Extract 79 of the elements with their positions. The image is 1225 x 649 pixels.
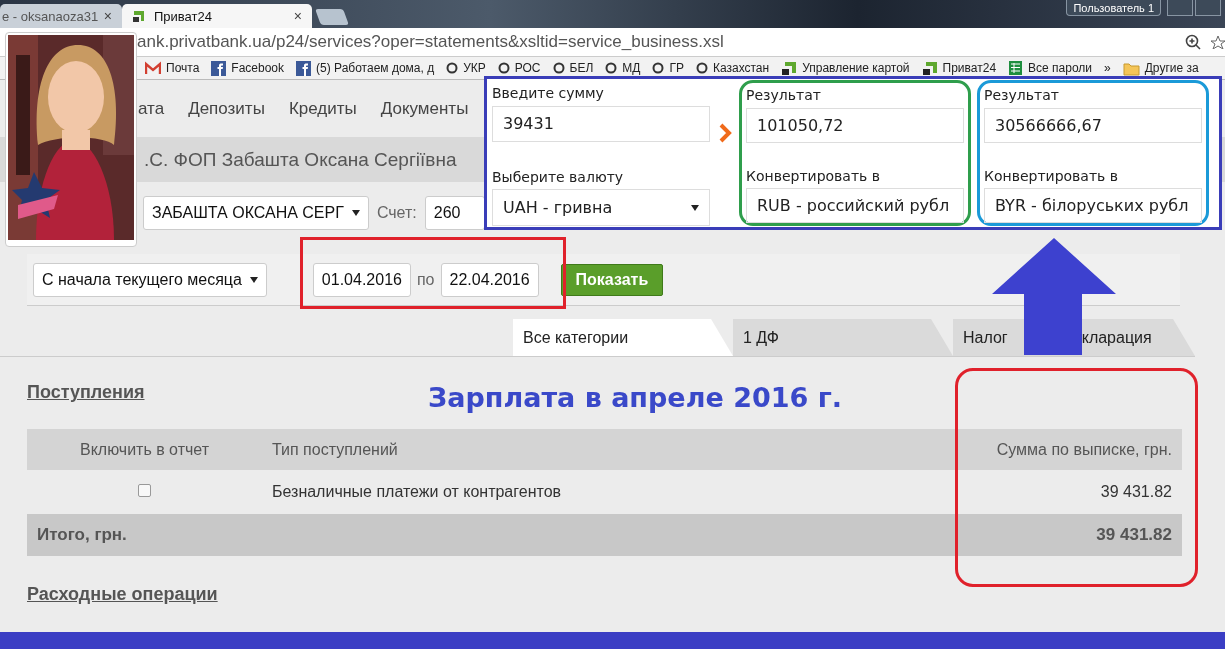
tab-title: e - oksanaoza31 (2, 8, 100, 24)
more-bookmarks-button[interactable]: » (1104, 61, 1111, 75)
bookmark[interactable]: Казахстан (695, 61, 770, 75)
ring-icon (605, 62, 618, 74)
bookmark[interactable]: Управление картой (781, 60, 910, 76)
field-label: Конвертировать в (746, 166, 882, 186)
mail-icon (145, 61, 161, 75)
facebook-icon (211, 60, 227, 76)
ring-icon (446, 62, 459, 74)
minimize-button[interactable] (1167, 0, 1193, 16)
nav-menu-item[interactable]: ата (138, 98, 165, 119)
bookmark[interactable]: УКР (446, 61, 486, 75)
ring-icon (497, 62, 510, 74)
field-label: Выберите валюту (492, 167, 625, 187)
account-label: Счет: (376, 204, 417, 222)
column-header: Включить в отчет (78, 440, 211, 459)
nav-menu-item[interactable]: Кредиты (288, 98, 357, 119)
column-header: Сумма по выписке, грн. (995, 440, 1173, 459)
client-select[interactable]: ЗАБАШТА ОКСАНА СЕРГ (143, 196, 369, 230)
category-tab[interactable]: Все категории (513, 319, 733, 356)
amount-field[interactable]: 39431 (492, 105, 710, 143)
currency-select[interactable]: BYR - білоруських рубл (984, 187, 1202, 224)
ring-icon (552, 62, 565, 74)
bank-logo-icon (921, 60, 938, 76)
field-label: Конвертировать в (984, 166, 1120, 186)
bank-logo-icon (781, 60, 798, 76)
date-to-field[interactable]: 22.04.2016 (440, 262, 539, 297)
bookmark-folder[interactable]: Другие за (1122, 60, 1199, 76)
caret-icon (249, 276, 258, 283)
nav-menu-item[interactable]: Депозиты (188, 98, 265, 119)
maximize-button[interactable] (1195, 0, 1221, 16)
bank-logo-icon (132, 9, 146, 23)
ring-icon (652, 62, 665, 74)
category-tab[interactable]: 1 ДФ (733, 319, 953, 356)
company-name: .С. ФОП Забашта Оксана Сергіївна (144, 148, 457, 171)
total-label: Итого, грн. (36, 525, 128, 545)
new-tab-button[interactable] (315, 9, 349, 25)
bookmark[interactable]: Приват24 (921, 60, 997, 76)
account-field[interactable]: 260 (424, 196, 485, 230)
nav-menu-item[interactable]: Документы (380, 98, 469, 119)
facebook-icon (296, 60, 312, 76)
period-select[interactable]: С начала текущего месяца (33, 262, 267, 297)
date-separator: по (416, 270, 435, 289)
bookmark[interactable]: РОС (497, 61, 541, 75)
bookmark[interactable]: Почта (145, 61, 200, 75)
user-button[interactable]: Пользователь 1 (1066, 0, 1161, 16)
total-amount: 39 431.82 (1095, 525, 1173, 545)
chevron-right-icon (719, 123, 733, 143)
browser-tab[interactable]: Приват24 × (122, 4, 312, 28)
field-label: Результат (984, 86, 1060, 106)
result-field: 101050,72 (746, 107, 964, 143)
ring-icon (695, 62, 708, 74)
currency-select[interactable]: RUB - российский рубл (746, 187, 964, 224)
star-icon[interactable] (1211, 35, 1225, 49)
caret-icon (351, 210, 360, 216)
annotation-text: Зарплата в апреле 2016 г. (428, 382, 843, 413)
bookmark[interactable]: Facebook (211, 60, 285, 76)
bookmark[interactable]: Все пароли (1008, 60, 1093, 76)
browser-tab[interactable]: e - oksanaoza31 × (0, 4, 122, 28)
bookmark[interactable]: БЕЛ (552, 61, 594, 75)
section-heading[interactable]: Расходные операции (27, 584, 218, 605)
bookmark[interactable]: (5) Работаем дома, д (296, 60, 435, 76)
field-label: Результат (746, 86, 822, 106)
currency-select[interactable]: UAH - гривна (492, 189, 710, 226)
tab-title: Приват24 (154, 8, 213, 24)
bookmark[interactable]: МД (605, 61, 641, 75)
close-icon[interactable]: × (293, 8, 302, 24)
column-header: Тип поступлений (271, 440, 399, 459)
section-heading[interactable]: Поступления (27, 382, 145, 403)
table-cell-text: 39 431.82 (1099, 483, 1173, 501)
table-cell-text: Безналичные платежи от контрагентов (271, 483, 563, 501)
zoom-icon[interactable] (1185, 34, 1201, 50)
date-from-field[interactable]: 01.04.2016 (312, 262, 411, 297)
result-field: 30566666,67 (984, 107, 1202, 143)
close-icon[interactable]: × (103, 8, 112, 24)
field-label: Введите сумму (492, 83, 605, 103)
checkbox[interactable] (138, 484, 151, 497)
caret-icon (691, 204, 699, 211)
bookmark[interactable]: ГР (652, 61, 684, 75)
